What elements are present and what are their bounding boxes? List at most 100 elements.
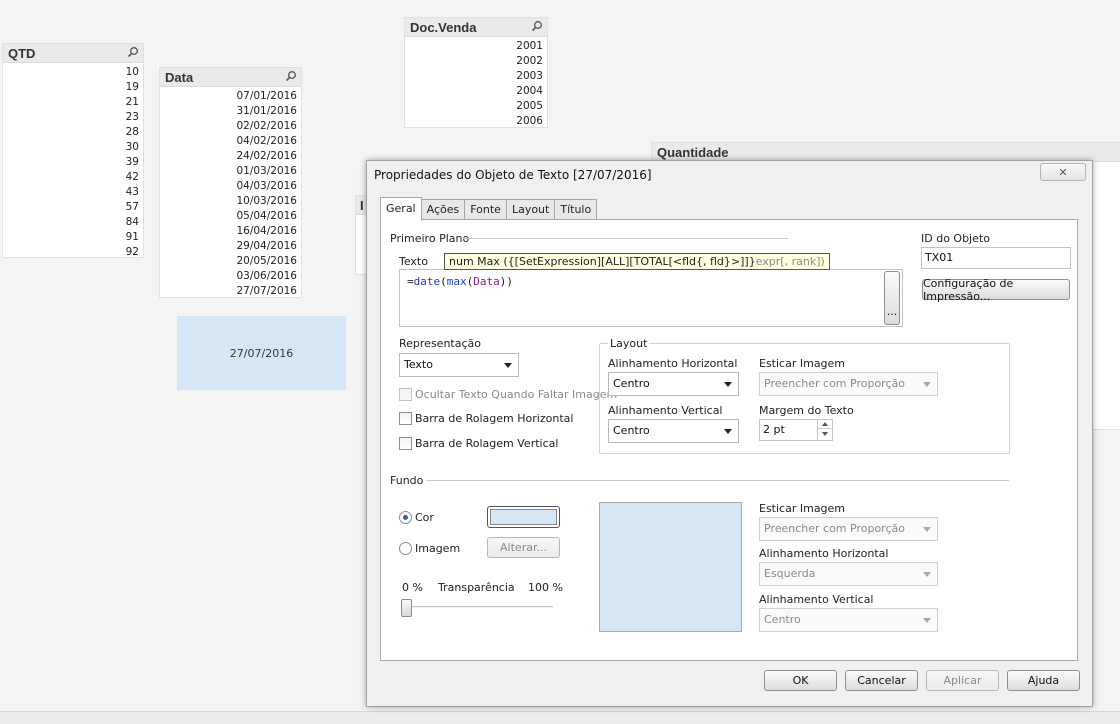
- list-item[interactable]: 21: [3, 95, 139, 110]
- data-listbox[interactable]: Data 07/01/2016 31/01/2016 02/02/2016 04/02…: [159, 67, 302, 298]
- list-item[interactable]: 2003: [405, 69, 543, 84]
- representacao-select[interactable]: Texto: [399, 353, 519, 377]
- doc-venda-listbox[interactable]: Doc.Venda 2001 2002 2003 2004 2005 2006: [404, 17, 548, 128]
- color-swatch-button[interactable]: [487, 506, 560, 528]
- cancel-label: Cancelar: [857, 674, 906, 687]
- list-item[interactable]: 31/01/2016: [160, 104, 297, 119]
- list-item[interactable]: 01/03/2016: [160, 164, 297, 179]
- expr-fn-max: max: [446, 275, 467, 288]
- layout-h-align-label: Alinhamento Horizontal: [608, 357, 738, 370]
- close-button[interactable]: ✕: [1040, 163, 1086, 181]
- list-item[interactable]: 2005: [405, 99, 543, 114]
- tooltip-dim: expr[, rank]): [755, 255, 825, 268]
- search-icon[interactable]: [531, 20, 543, 32]
- list-item[interactable]: 43: [3, 185, 139, 200]
- list-item[interactable]: 92: [3, 245, 139, 260]
- cancel-button[interactable]: Cancelar: [845, 670, 918, 691]
- transparency-track[interactable]: [403, 606, 553, 608]
- hidden-object-title: I: [360, 198, 364, 213]
- cor-radio[interactable]: [399, 511, 412, 524]
- vscroll-checkbox[interactable]: [399, 437, 412, 450]
- qtd-listbox[interactable]: QTD 10 19 21 23 28 30 39 42 43 57 84 91 92: [2, 43, 144, 258]
- transparency-slider-thumb[interactable]: [401, 599, 412, 617]
- qtd-listbox-items: 10 19 21 23 28 30 39 42 43 57 84 91 92: [3, 63, 143, 260]
- list-item[interactable]: 05/04/2016: [160, 209, 297, 224]
- list-item[interactable]: 24/02/2016: [160, 149, 297, 164]
- primeiro-plano-divider: [463, 238, 788, 239]
- help-button[interactable]: Ajuda: [1007, 670, 1080, 691]
- list-item[interactable]: 20/05/2016: [160, 254, 297, 269]
- margin-label: Margem do Texto: [759, 404, 854, 417]
- fundo-v-align-label: Alinhamento Vertical: [759, 593, 874, 606]
- list-item[interactable]: 30: [3, 140, 139, 155]
- spin-down-icon[interactable]: [818, 429, 832, 438]
- tab-titulo[interactable]: Título: [554, 199, 598, 220]
- list-item[interactable]: 03/06/2016: [160, 269, 297, 284]
- fundo-h-align-label: Alinhamento Horizontal: [759, 547, 889, 560]
- ok-button[interactable]: OK: [764, 670, 837, 691]
- list-item[interactable]: 04/03/2016: [160, 179, 297, 194]
- text-object[interactable]: 27/07/2016: [177, 316, 346, 390]
- list-item[interactable]: 57: [3, 200, 139, 215]
- expr-paren: )): [499, 275, 513, 288]
- close-icon: ✕: [1058, 165, 1068, 179]
- list-item[interactable]: 04/02/2016: [160, 134, 297, 149]
- doc-venda-listbox-header[interactable]: Doc.Venda: [405, 18, 547, 37]
- list-item[interactable]: 2006: [405, 114, 543, 129]
- print-settings-button[interactable]: Configuração de Impressão...: [922, 277, 1070, 303]
- fundo-v-align-value: Centro: [764, 613, 801, 626]
- primeiro-plano-label: Primeiro Plano: [390, 232, 470, 245]
- apply-label: Aplicar: [943, 674, 982, 687]
- list-item[interactable]: 2004: [405, 84, 543, 99]
- ok-label: OK: [792, 674, 809, 687]
- list-item[interactable]: 10/03/2016: [160, 194, 297, 209]
- layout-h-align-value: Centro: [613, 377, 650, 390]
- tab-layout[interactable]: Layout: [505, 199, 556, 220]
- chevron-down-icon: [724, 382, 732, 387]
- tab-geral[interactable]: Geral: [380, 197, 422, 221]
- chevron-down-icon: [923, 572, 931, 577]
- list-item[interactable]: 16/04/2016: [160, 224, 297, 239]
- fundo-v-align-select[interactable]: Centro: [759, 608, 938, 632]
- list-item[interactable]: 28: [3, 125, 139, 140]
- data-listbox-header[interactable]: Data: [160, 68, 301, 87]
- layout-stretch-label: Esticar Imagem: [759, 357, 846, 370]
- layout-stretch-select[interactable]: Preencher com Proporção: [759, 372, 938, 396]
- fundo-stretch-select[interactable]: Preencher com Proporção: [759, 517, 938, 541]
- list-item[interactable]: 42: [3, 170, 139, 185]
- alterar-button[interactable]: Alterar...: [487, 537, 560, 558]
- list-item[interactable]: 19: [3, 80, 139, 95]
- expression-editor-button[interactable]: ...: [884, 271, 900, 325]
- hscroll-label: Barra de Rolagem Horizontal: [415, 412, 574, 425]
- search-icon[interactable]: [285, 70, 297, 82]
- list-item[interactable]: 39: [3, 155, 139, 170]
- qtd-listbox-title: QTD: [8, 46, 36, 61]
- qtd-listbox-header[interactable]: QTD: [3, 44, 143, 63]
- list-item[interactable]: 29/04/2016: [160, 239, 297, 254]
- id-objeto-input[interactable]: TX01: [921, 247, 1071, 269]
- list-item[interactable]: 84: [3, 215, 139, 230]
- bottom-strip: [0, 711, 1120, 724]
- expr-fn-date: date: [413, 275, 441, 288]
- margin-spinner[interactable]: [817, 420, 832, 440]
- tab-acoes[interactable]: Ações: [420, 199, 466, 220]
- list-item[interactable]: 02/02/2016: [160, 119, 297, 134]
- tab-fonte[interactable]: Fonte: [464, 199, 507, 220]
- spin-up-icon[interactable]: [818, 420, 832, 429]
- layout-h-align-select[interactable]: Centro: [608, 372, 739, 396]
- list-item[interactable]: 27/07/2016: [160, 284, 297, 299]
- hide-text-checkbox[interactable]: [399, 388, 412, 401]
- list-item[interactable]: 2002: [405, 54, 543, 69]
- list-item[interactable]: 07/01/2016: [160, 89, 297, 104]
- list-item[interactable]: 23: [3, 110, 139, 125]
- hscroll-checkbox[interactable]: [399, 412, 412, 425]
- expression-text: =date(max(Data)): [407, 275, 513, 288]
- fundo-h-align-select[interactable]: Esquerda: [759, 562, 938, 586]
- imagem-radio[interactable]: [399, 542, 412, 555]
- apply-button[interactable]: Aplicar: [926, 670, 999, 691]
- layout-v-align-select[interactable]: Centro: [608, 419, 739, 443]
- list-item[interactable]: 91: [3, 230, 139, 245]
- list-item[interactable]: 2001: [405, 39, 543, 54]
- list-item[interactable]: 10: [3, 65, 139, 80]
- search-icon[interactable]: [127, 46, 139, 58]
